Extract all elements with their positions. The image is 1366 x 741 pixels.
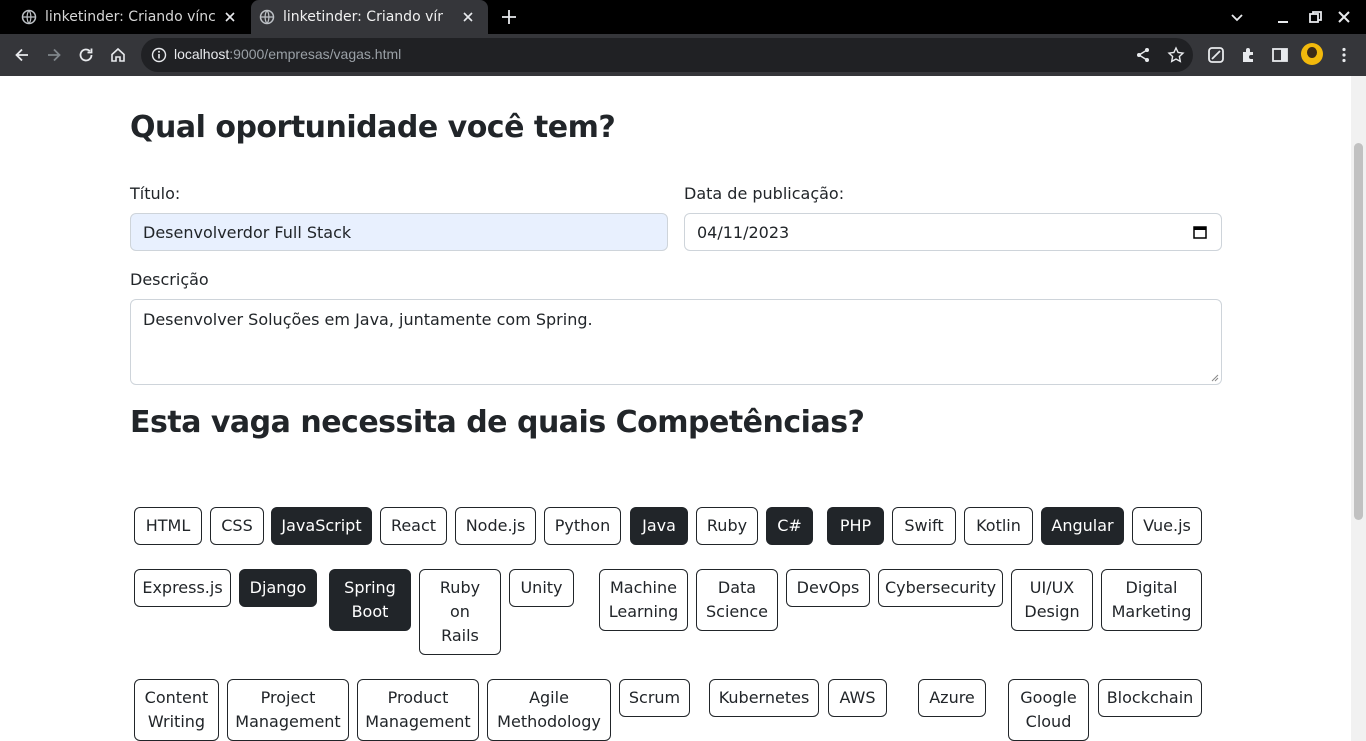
- scrollbar[interactable]: [1351, 76, 1366, 741]
- address-bar[interactable]: localhost:9000/empresas/vagas.html: [141, 38, 1193, 72]
- data-publicacao-label: Data de publicação:: [684, 184, 845, 203]
- chevron-down-icon[interactable]: [1229, 9, 1245, 25]
- forward-icon[interactable]: [45, 46, 63, 64]
- skill-button[interactable]: Agile Methodology: [487, 679, 611, 741]
- skill-button[interactable]: Machine Learning: [599, 569, 688, 631]
- tab-title: linketinder: Criando víncu: [283, 9, 443, 25]
- skill-button[interactable]: Swift: [892, 507, 956, 545]
- skill-button[interactable]: C#: [766, 507, 813, 545]
- skill-button[interactable]: CSS: [210, 507, 264, 545]
- star-icon[interactable]: [1167, 46, 1185, 64]
- extension-app-icon[interactable]: [1207, 46, 1225, 64]
- skill-button[interactable]: Angular: [1041, 507, 1124, 545]
- skill-button[interactable]: AWS: [828, 679, 887, 717]
- side-panel-icon[interactable]: [1271, 46, 1289, 64]
- descricao-textarea[interactable]: Desenvolver Soluções em Java, juntamente…: [130, 299, 1222, 385]
- globe-icon: [259, 9, 275, 25]
- skill-button[interactable]: Ruby on Rails: [419, 569, 501, 655]
- close-icon[interactable]: [460, 9, 476, 25]
- skill-button[interactable]: Kotlin: [964, 507, 1033, 545]
- info-icon[interactable]: [151, 47, 167, 63]
- titulo-value: Desenvolverdor Full Stack: [143, 222, 352, 242]
- skill-button[interactable]: Product Management: [357, 679, 479, 741]
- share-icon[interactable]: [1135, 47, 1151, 63]
- skill-button[interactable]: Azure: [918, 679, 986, 717]
- extensions-icon[interactable]: [1239, 46, 1257, 64]
- skill-button[interactable]: Vue.js: [1132, 507, 1202, 545]
- descricao-value: Desenvolver Soluções em Java, juntamente…: [143, 310, 593, 329]
- skills-heading: Esta vaga necessita de quais Competência…: [130, 405, 865, 440]
- skill-button[interactable]: JavaScript: [271, 507, 372, 545]
- menu-icon[interactable]: [1335, 46, 1353, 64]
- titulo-label: Título:: [130, 184, 181, 203]
- skill-button[interactable]: PHP: [827, 507, 884, 545]
- skill-button[interactable]: Data Science: [696, 569, 778, 631]
- descricao-label: Descrição: [130, 270, 209, 289]
- skill-button[interactable]: Spring Boot: [329, 569, 411, 631]
- skill-button[interactable]: HTML: [134, 507, 202, 545]
- home-icon[interactable]: [109, 46, 127, 64]
- skill-button[interactable]: Content Writing: [134, 679, 219, 741]
- back-icon[interactable]: [13, 46, 31, 64]
- plus-icon[interactable]: [500, 8, 518, 26]
- skill-button[interactable]: Digital Marketing: [1101, 569, 1202, 631]
- close-icon[interactable]: [222, 9, 238, 25]
- skill-button[interactable]: Cybersecurity: [878, 569, 1003, 607]
- skill-button[interactable]: Blockchain: [1098, 679, 1202, 717]
- skill-button[interactable]: React: [380, 507, 447, 545]
- skill-button[interactable]: Python: [544, 507, 621, 545]
- resize-grip-icon[interactable]: [1211, 374, 1219, 382]
- minimize-icon[interactable]: [1275, 9, 1291, 25]
- data-publicacao-value: 04/11/2023: [697, 222, 790, 242]
- close-window-icon[interactable]: [1336, 9, 1352, 25]
- skill-button[interactable]: Ruby: [696, 507, 758, 545]
- restore-icon[interactable]: [1307, 9, 1323, 25]
- browser-tab-strip: linketinder: Criando víncu linketinder: …: [0, 0, 1366, 34]
- skill-button[interactable]: Express.js: [134, 569, 231, 607]
- browser-toolbar: localhost:9000/empresas/vagas.html: [0, 34, 1366, 76]
- titulo-input[interactable]: Desenvolverdor Full Stack: [130, 213, 668, 251]
- reload-icon[interactable]: [77, 46, 95, 64]
- skill-button[interactable]: Google Cloud: [1008, 679, 1089, 741]
- calendar-icon[interactable]: [1193, 225, 1207, 239]
- url-text[interactable]: localhost:9000/empresas/vagas.html: [174, 46, 401, 62]
- form-heading: Qual oportunidade você tem?: [130, 110, 616, 145]
- tab-title: linketinder: Criando víncu: [45, 9, 215, 25]
- avatar[interactable]: [1301, 43, 1323, 65]
- scrollbar-thumb[interactable]: [1354, 143, 1363, 520]
- skill-button[interactable]: Django: [239, 569, 317, 607]
- globe-icon: [21, 9, 37, 25]
- data-publicacao-input[interactable]: 04/11/2023: [684, 213, 1222, 251]
- skill-button[interactable]: Project Management: [227, 679, 349, 741]
- page-content: Qual oportunidade você tem? Título: Dese…: [0, 76, 1351, 741]
- skill-button[interactable]: Node.js: [455, 507, 536, 545]
- skill-button[interactable]: Kubernetes: [709, 679, 819, 717]
- skill-button[interactable]: Java: [630, 507, 688, 545]
- skill-button[interactable]: Scrum: [619, 679, 690, 717]
- skill-button[interactable]: DevOps: [786, 569, 870, 607]
- browser-tab[interactable]: linketinder: Criando víncu: [0, 0, 250, 34]
- skill-button[interactable]: Unity: [509, 569, 574, 607]
- browser-tab-active[interactable]: linketinder: Criando víncu: [251, 0, 488, 34]
- skill-button[interactable]: UI/UX Design: [1011, 569, 1093, 631]
